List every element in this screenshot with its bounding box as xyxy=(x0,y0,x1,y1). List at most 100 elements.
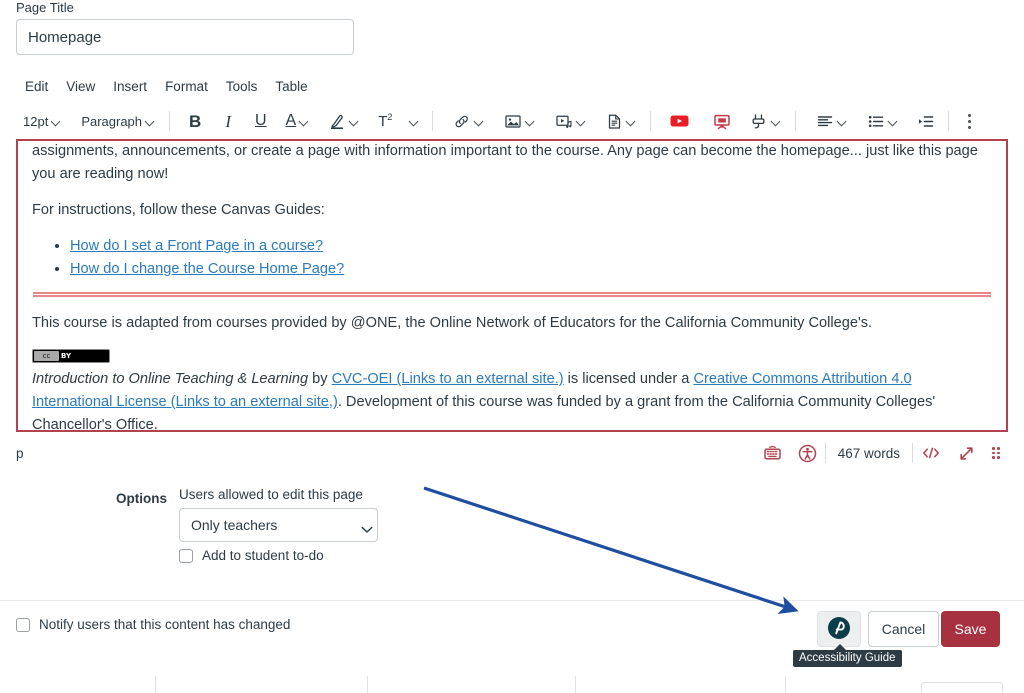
document-dropdown[interactable] xyxy=(599,107,643,135)
superscript-dropdown[interactable] xyxy=(404,107,425,135)
chevron-down-icon xyxy=(475,117,484,126)
highlighter-icon xyxy=(329,113,346,130)
editor-paragraph-1: assignments, announcements, or create a … xyxy=(32,143,978,182)
youtube-button[interactable] xyxy=(664,107,695,135)
license-paragraph: Introduction to Online Teaching & Learni… xyxy=(32,368,992,430)
image-dropdown[interactable] xyxy=(497,107,542,135)
bottom-partial-box xyxy=(921,682,1003,693)
media-dropdown[interactable] xyxy=(548,107,593,135)
underline-button[interactable]: U xyxy=(249,107,273,135)
footer-divider xyxy=(0,600,1024,601)
whiteboard-button[interactable] xyxy=(707,107,737,135)
whiteboard-icon xyxy=(713,113,731,130)
menu-item-format[interactable]: Format xyxy=(156,77,217,96)
toolbar-overflow-button[interactable] xyxy=(962,107,977,135)
canvas-guides-list: How do I set a Front Page in a course? H… xyxy=(32,235,992,280)
chevron-down-icon xyxy=(52,117,61,126)
notify-users-row: Notify users that this content has chang… xyxy=(16,617,290,632)
guide-link-front-page[interactable]: How do I set a Front Page in a course? xyxy=(70,238,323,254)
creative-commons-badge-row: cc BY xyxy=(32,348,992,364)
chevron-down-icon xyxy=(577,117,586,126)
apps-plugin-dropdown[interactable] xyxy=(743,107,788,135)
menu-item-view[interactable]: View xyxy=(57,77,104,96)
chevron-down-icon xyxy=(146,117,155,126)
pope-tech-icon xyxy=(827,616,851,643)
editors-select[interactable]: Only teachers Teachers and students Anyo… xyxy=(179,508,378,542)
table-column-divider xyxy=(367,676,368,693)
chevron-down-icon xyxy=(772,117,781,126)
resize-handle[interactable] xyxy=(984,447,1008,459)
chevron-down-icon xyxy=(889,117,898,126)
notify-users-checkbox[interactable] xyxy=(16,617,30,632)
menu-item-edit[interactable]: Edit xyxy=(16,77,57,96)
highlight-color-dropdown[interactable] xyxy=(322,107,366,135)
guide-link-home-page[interactable]: How do I change the Course Home Page? xyxy=(70,261,344,277)
element-path[interactable]: p xyxy=(16,446,24,461)
menu-item-insert[interactable]: Insert xyxy=(104,77,156,96)
accessibility-guide-button[interactable] xyxy=(817,611,861,647)
student-todo-label[interactable]: Add to student to-do xyxy=(202,548,324,563)
page-title-input[interactable] xyxy=(16,19,354,55)
chevron-down-icon xyxy=(300,117,309,126)
editor-paragraph-3: This course is adapted from courses prov… xyxy=(32,315,873,331)
cc-badge-right-text: BY xyxy=(61,351,72,360)
indent-icon xyxy=(917,113,935,130)
bullet-list-icon xyxy=(867,113,885,130)
license-by-word: by xyxy=(308,371,332,387)
notify-users-label[interactable]: Notify users that this content has chang… xyxy=(39,617,290,632)
keyboard-shortcuts-button[interactable] xyxy=(755,445,790,462)
menu-item-tools[interactable]: Tools xyxy=(217,77,267,96)
chevron-down-icon xyxy=(627,117,636,126)
align-left-icon xyxy=(816,113,834,130)
fullscreen-icon xyxy=(957,444,976,463)
html-editor-icon xyxy=(921,446,941,460)
media-icon xyxy=(555,113,573,130)
horizontal-rule xyxy=(33,292,991,297)
link-icon xyxy=(453,113,471,130)
word-count: 467 words xyxy=(837,445,900,461)
font-size-dropdown[interactable]: 12pt xyxy=(16,107,68,135)
license-licensed-under: is licensed under a xyxy=(563,371,694,387)
license-author-link[interactable]: CVC-OEI (Links to an external site.) xyxy=(332,371,564,387)
kebab-menu-icon xyxy=(968,113,972,129)
underline-icon: U xyxy=(254,112,267,129)
indent-button[interactable] xyxy=(911,107,941,135)
chevron-down-icon xyxy=(838,117,847,126)
save-button[interactable]: Save xyxy=(941,611,1000,647)
page-title-label: Page Title xyxy=(16,0,74,15)
license-work-title: Introduction to Online Teaching & Learni… xyxy=(32,371,309,387)
cancel-button[interactable]: Cancel xyxy=(868,611,939,647)
alignment-dropdown[interactable] xyxy=(809,107,854,135)
block-format-dropdown[interactable]: Paragraph xyxy=(74,107,162,135)
keyboard-shortcuts-icon xyxy=(763,445,782,462)
bottom-partial-table xyxy=(0,676,1024,693)
table-column-divider xyxy=(575,676,576,693)
link-dropdown[interactable] xyxy=(446,107,491,135)
text-color-dropdown[interactable]: A xyxy=(279,107,317,135)
html-editor-button[interactable] xyxy=(913,446,949,460)
toolbar-divider xyxy=(795,111,797,131)
accessibility-checker-icon xyxy=(798,444,817,463)
list-dropdown[interactable] xyxy=(860,107,905,135)
italic-icon: I xyxy=(225,111,231,131)
cc-badge-left-text: cc xyxy=(34,350,59,361)
image-icon xyxy=(504,113,522,130)
accessibility-checker-button[interactable] xyxy=(790,444,825,463)
editor-status-bar: p 467 words xyxy=(16,432,1008,474)
fullscreen-button[interactable] xyxy=(949,444,984,463)
rich-content-editor-body[interactable]: assignments, announcements, or create a … xyxy=(16,139,1008,432)
bold-button[interactable]: B xyxy=(183,107,207,135)
list-item: How do I set a Front Page in a course? xyxy=(70,235,992,257)
student-todo-checkbox[interactable] xyxy=(179,548,193,563)
font-size-value: 12pt xyxy=(23,113,49,129)
youtube-icon xyxy=(670,114,689,128)
block-format-value: Paragraph xyxy=(81,113,143,129)
table-column-divider xyxy=(155,676,156,693)
bold-icon: B xyxy=(189,111,202,131)
superscript-button[interactable]: T2 xyxy=(372,107,398,135)
menu-item-table[interactable]: Table xyxy=(266,77,316,96)
italic-button[interactable]: I xyxy=(219,107,237,135)
editors-field-label: Users allowed to edit this page xyxy=(179,487,363,502)
toolbar-divider xyxy=(650,111,652,131)
resize-handle-icon xyxy=(992,447,1000,459)
